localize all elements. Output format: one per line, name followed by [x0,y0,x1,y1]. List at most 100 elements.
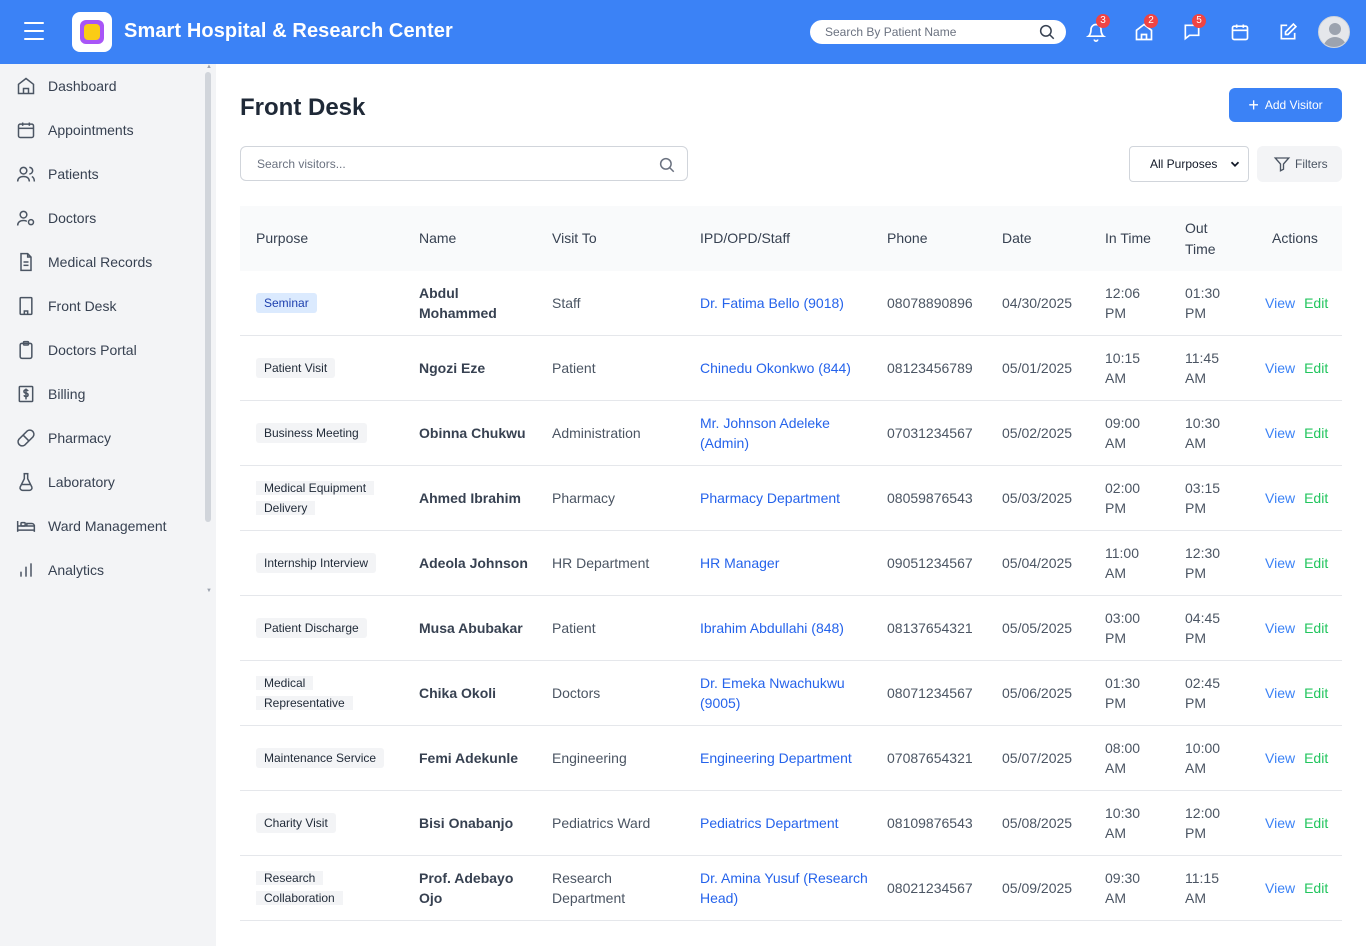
bed-icon [16,516,36,536]
staff-link[interactable]: Dr. Fatima Bello (9018) [700,271,870,335]
sidebar-item-ward-management[interactable]: Ward Management [16,510,201,542]
edit-button[interactable]: Edit [1304,748,1328,768]
staff-link[interactable]: Chinedu Okonkwo (844) [700,336,870,400]
calendar-button[interactable] [1228,20,1252,44]
col-date[interactable]: Date [1002,206,1032,271]
visitor-search-input[interactable] [257,156,637,171]
dollar-icon [16,384,36,404]
sidebar-item-label: Ward Management [48,518,167,534]
filters-button[interactable]: Filters [1257,146,1342,182]
staff-link[interactable]: Pharmacy Department [700,466,870,530]
users-icon [16,164,36,184]
sidebar: Dashboard Appointments Patients Doctors … [0,64,215,946]
sidebar-item-analytics[interactable]: Analytics [16,554,201,586]
sidebar-item-laboratory[interactable]: Laboratory [16,466,201,498]
sidebar-item-label: Front Desk [48,298,117,314]
visit-to: Pediatrics Ward [552,815,651,831]
sidebar-item-pharmacy[interactable]: Pharmacy [16,422,201,454]
add-visitor-button[interactable]: + Add Visitor [1229,88,1342,122]
view-button[interactable]: View [1265,683,1295,703]
purpose-badge: Medical Equipment Delivery [256,478,376,518]
notifications-button[interactable]: 3 [1084,14,1110,44]
building-icon [16,296,36,316]
table-row: Charity Visit Bisi Onabanjo Pediatrics War… [240,791,1342,856]
purpose-filter-select[interactable]: All Purposes [1129,146,1249,182]
view-button[interactable]: View [1265,488,1295,508]
sidebar-item-doctors-portal[interactable]: Doctors Portal [16,334,201,366]
col-in-time[interactable]: In Time [1105,206,1151,271]
edit-button[interactable]: Edit [1304,553,1328,573]
staff-link[interactable]: Mr. Johnson Adeleke (Admin) [700,401,870,465]
phone: 08059876543 [887,490,973,506]
view-button[interactable]: View [1265,748,1295,768]
menu-icon[interactable] [24,22,48,42]
sidebar-item-billing[interactable]: Billing [16,378,201,410]
avatar[interactable] [1318,16,1350,48]
flask-icon [16,472,36,492]
view-button[interactable]: View [1265,553,1295,573]
table-row: Maintenance Service Femi Adekunle Engineer… [240,726,1342,791]
search-icon[interactable] [1038,23,1056,46]
patient-search-input[interactable] [825,25,1025,39]
scroll-up-arrow[interactable]: ▲ [206,64,212,70]
staff-link[interactable]: Dr. Emeka Nwachukwu (9005) [700,661,870,725]
in-time: 12:06 PM [1105,285,1141,321]
home-button[interactable]: 2 [1132,14,1158,44]
visit-to: Engineering [552,750,627,766]
col-name[interactable]: Name [419,206,456,271]
view-button[interactable]: View [1265,618,1295,638]
table-row: Business Meeting Obinna Chukwu Administrat… [240,401,1342,466]
view-button[interactable]: View [1265,878,1295,898]
in-time: 01:30 PM [1105,675,1141,711]
search-icon[interactable] [658,156,676,179]
staff-link[interactable]: Dr. Amina Yusuf (Research Head) [700,856,870,920]
messages-badge: 5 [1192,14,1206,28]
purpose-badge: Medical Representative [256,676,353,710]
staff-link[interactable]: Pediatrics Department [700,791,870,855]
visitor-search [240,146,688,181]
edit-button[interactable]: Edit [1304,878,1328,898]
actions-cell: View Edit [1265,401,1328,465]
view-button[interactable]: View [1265,358,1295,378]
edit-button[interactable]: Edit [1304,813,1328,833]
edit-button[interactable]: Edit [1304,683,1328,703]
staff-link[interactable]: Ibrahim Abdullahi (848) [700,596,870,660]
sidebar-item-doctors[interactable]: Doctors [16,202,201,234]
edit-button[interactable]: Edit [1304,618,1328,638]
view-button[interactable]: View [1265,813,1295,833]
sidebar-scrollbar[interactable] [205,72,211,522]
edit-button[interactable]: Edit [1304,423,1328,443]
edit-button[interactable]: Edit [1304,293,1328,313]
col-purpose[interactable]: Purpose [256,206,308,271]
app-title: Smart Hospital & Research Center [124,20,453,42]
edit-button[interactable]: Edit [1304,488,1328,508]
edit-button[interactable]: Edit [1304,358,1328,378]
sidebar-item-patients[interactable]: Patients [16,158,201,190]
col-visit-to[interactable]: Visit To [552,206,597,271]
purpose-badge: Patient Visit [256,358,336,378]
sidebar-item-front-desk[interactable]: Front Desk [16,290,201,322]
col-staff[interactable]: IPD/OPD/Staff [700,206,790,271]
sidebar-item-label: Dashboard [48,78,117,94]
sidebar-item-dashboard[interactable]: Dashboard [16,70,201,102]
home-badge: 2 [1144,14,1158,28]
col-phone[interactable]: Phone [887,206,927,271]
page-title: Front Desk [240,94,366,121]
staff-link[interactable]: HR Manager [700,531,870,595]
sidebar-item-appointments[interactable]: Appointments [16,114,201,146]
edit-button[interactable] [1276,20,1300,44]
col-actions: Actions [1272,230,1318,246]
staff-link[interactable]: Engineering Department [700,726,870,790]
col-out-time[interactable]: Out Time [1185,206,1230,271]
scroll-down-arrow[interactable]: ▼ [206,588,212,594]
view-button[interactable]: View [1265,423,1295,443]
phone: 08021234567 [887,880,973,896]
table-row: Research Collaboration Prof. Adebayo Ojo R… [240,856,1342,921]
sidebar-item-medical-records[interactable]: Medical Records [16,246,201,278]
purpose-badge: Internship Interview [256,553,377,573]
purpose-cell: Medical Representative [256,661,396,725]
actions-cell: View Edit [1265,336,1328,400]
messages-button[interactable]: 5 [1180,14,1206,44]
actions-cell: View Edit [1265,531,1328,595]
view-button[interactable]: View [1265,293,1295,313]
